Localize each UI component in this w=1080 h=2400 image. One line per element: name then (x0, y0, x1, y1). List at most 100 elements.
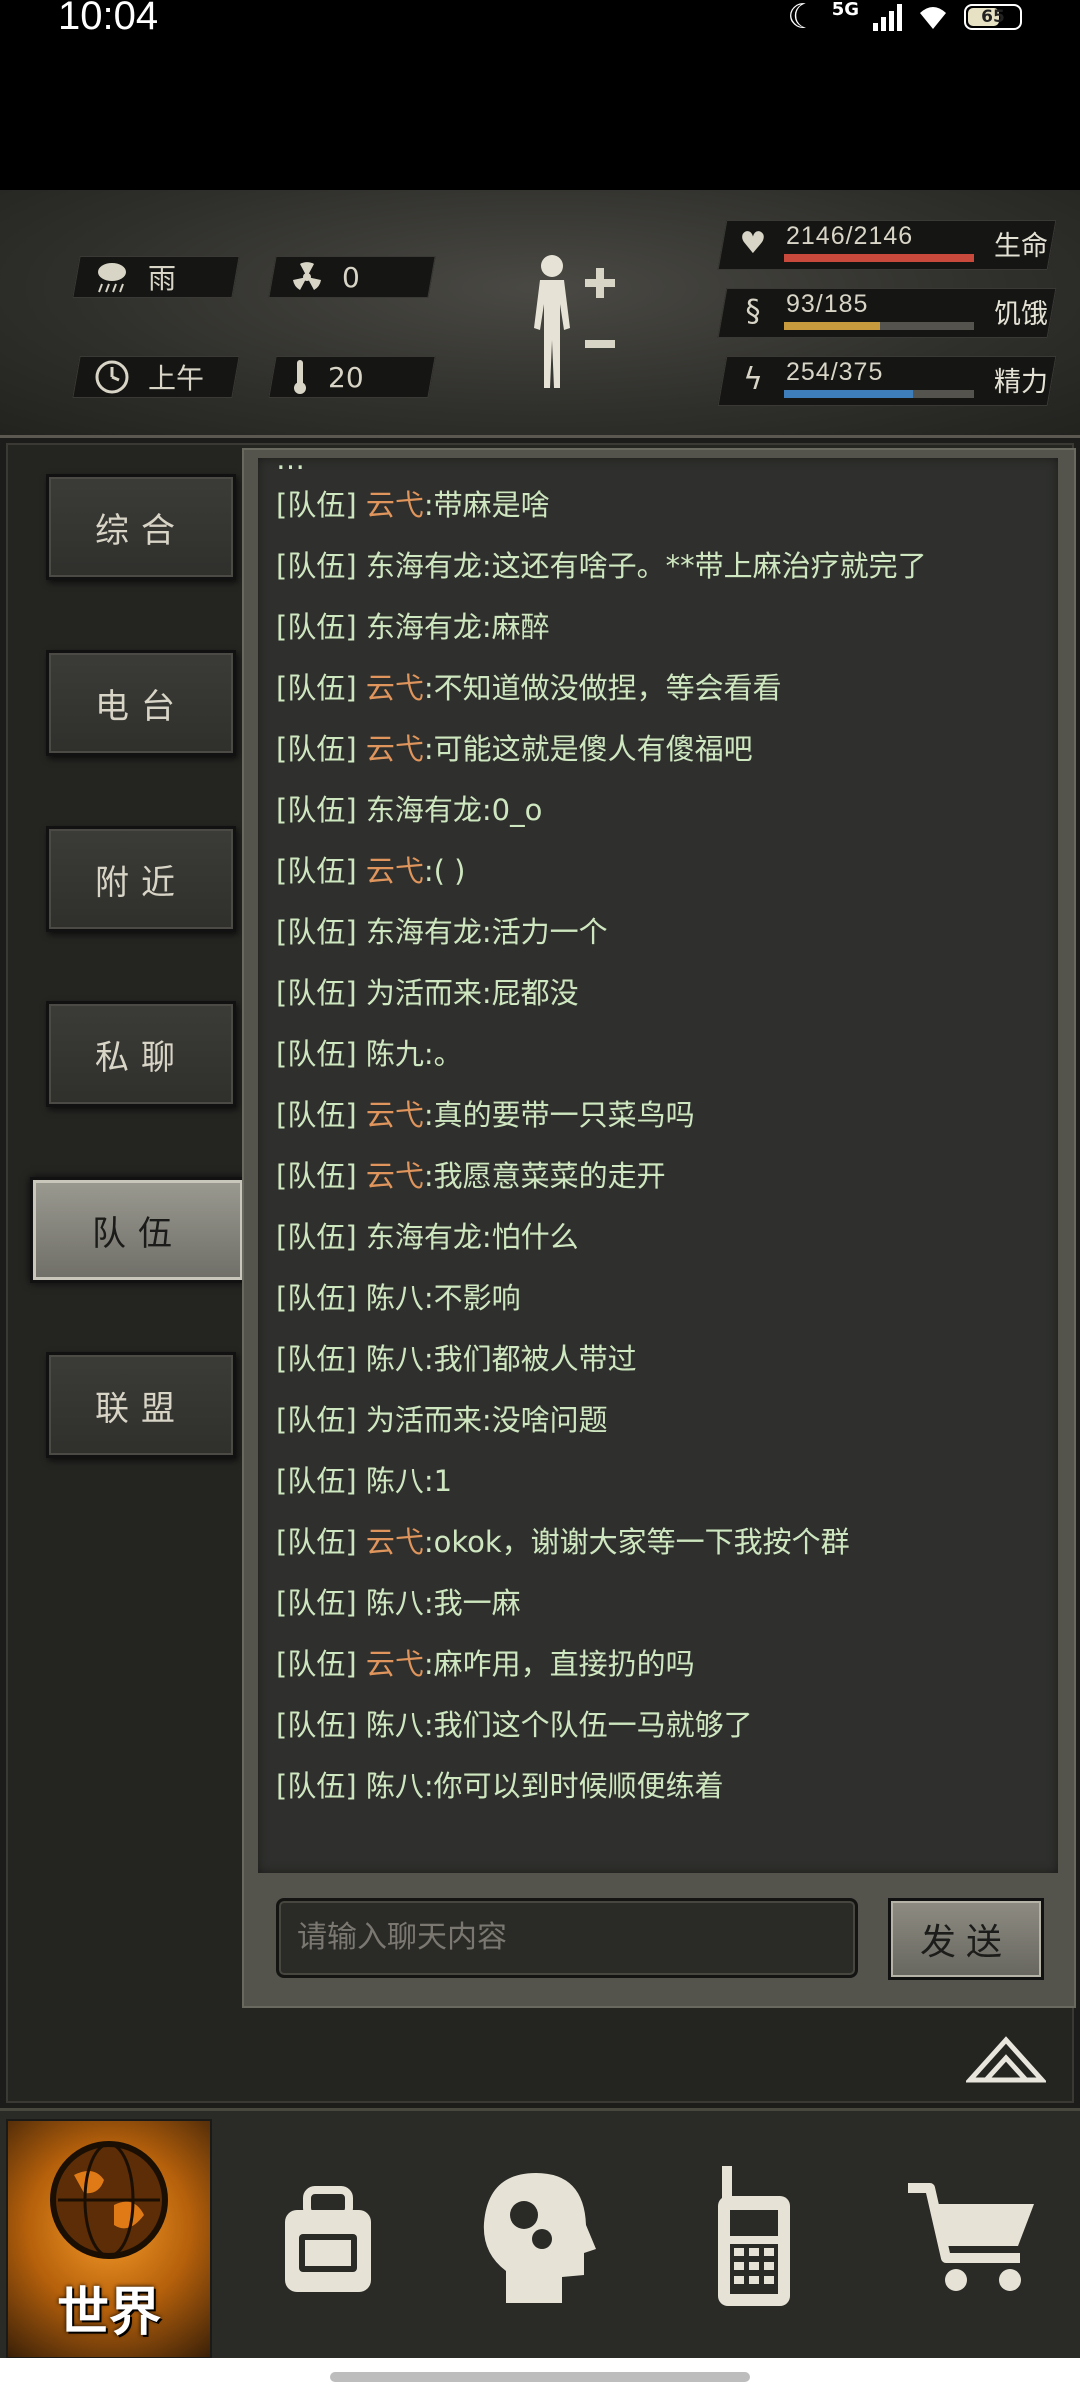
sender-name[interactable]: 陈八 (366, 1769, 424, 1803)
stat-bar-fill (784, 254, 974, 262)
message-text: :可能这就是傻人有傻福吧 (423, 732, 753, 766)
message-text: :你可以到时候顺便练着 (423, 1769, 724, 1803)
message-text: :我们都被人带过 (423, 1342, 637, 1376)
message-text: :我一麻 (423, 1586, 521, 1620)
message-text: :带麻是啥 (423, 488, 550, 522)
player-hud: 雨 0 上午 20 ♥ 2146/2146 生命 § 93/185 饥饿 ϟ 2… (0, 190, 1080, 438)
sender-name[interactable]: 东海有龙 (366, 1220, 482, 1254)
thermometer-icon (294, 360, 306, 394)
chat-message: [队伍] 云弋:okok，谢谢大家等一下我按个群 (276, 1519, 850, 1561)
chat-message: [队伍] 云弋:不知道做没做捏，等会看看 (276, 665, 782, 707)
sender-name[interactable]: 云弋 (366, 1159, 424, 1193)
channel-tag: [队伍] (276, 1281, 357, 1315)
message-text: :不知道做没做捏，等会看看 (423, 671, 782, 705)
channel-tag: [队伍] (276, 1220, 357, 1254)
sender-name[interactable]: 云弋 (366, 854, 424, 888)
time-of-day-indicator: 上午 (72, 356, 240, 398)
message-text: :真的要带一只菜鸟吗 (423, 1098, 695, 1132)
sender-name[interactable]: 陈八 (366, 1464, 424, 1498)
send-button[interactable]: 发送 (888, 1898, 1044, 1980)
sender-name[interactable]: 陈八 (366, 1281, 424, 1315)
message-text: :。 (423, 1037, 463, 1071)
nav-skills[interactable] (438, 2119, 634, 2355)
message-text: :麻醉 (481, 610, 550, 644)
stat-bar-fill (784, 390, 913, 398)
sender-name[interactable]: 东海有龙 (366, 915, 482, 949)
sender-name[interactable]: 东海有龙 (366, 549, 482, 583)
channel-tag: [队伍] (276, 1647, 357, 1681)
stat-bar-fill (784, 322, 880, 330)
sender-name[interactable]: 云弋 (366, 671, 424, 705)
sender-name[interactable]: 为活而来 (366, 976, 482, 1010)
chat-input[interactable]: 请输入聊天内容 (276, 1898, 858, 1978)
energy-head-icon: ϟ (743, 362, 763, 397)
message-text: :这还有啥子。**带上麻治疗就完了 (481, 549, 927, 583)
rain-cloud-icon (98, 263, 126, 293)
chat-message: [队伍] 陈八:我一麻 (276, 1580, 521, 1622)
sender-name[interactable]: 东海有龙 (366, 610, 482, 644)
radiation-value: 0 (342, 260, 360, 294)
channel-tag: [队伍] (276, 1708, 357, 1742)
chat-message: [队伍] 陈八:我们这个队伍一马就够了 (276, 1702, 753, 1744)
system-status-bar: 10:04 ☾ 5G 65 (0, 0, 1080, 190)
moon-icon: ☾ (787, 0, 818, 37)
sender-name[interactable]: 云弋 (366, 1647, 424, 1681)
sender-name[interactable]: 云弋 (366, 1098, 424, 1132)
tab-general[interactable]: 综合 (46, 474, 236, 580)
bottom-navigation: 世界 (0, 2108, 1080, 2361)
tab-nearby[interactable]: 附近 (46, 826, 236, 932)
channel-tag: [队伍] (276, 1159, 357, 1193)
signal-icon (873, 3, 902, 31)
tab-private-chat[interactable]: 私聊 (46, 1001, 236, 1107)
sender-name[interactable]: 为活而来 (366, 1403, 482, 1437)
channel-tag: [队伍] (276, 671, 357, 705)
radiation-indicator: 0 (268, 256, 436, 298)
chat-message: [队伍] 陈八:不影响 (276, 1275, 521, 1317)
chat-message-list[interactable]: … [队伍] 云弋:带麻是啥 [队伍] 东海有龙:这还有啥子。**带上麻治疗就完了… (258, 458, 1058, 1873)
chat-message: [队伍] 云弋:可能这就是傻人有傻福吧 (276, 726, 753, 768)
network-type: 5G (831, 0, 859, 20)
chat-message: [队伍] 云弋:麻咋用，直接扔的吗 (276, 1641, 695, 1683)
body-status-figure[interactable] (520, 248, 630, 398)
channel-tag: [队伍] (276, 976, 357, 1010)
channel-tag: [队伍] (276, 732, 357, 766)
chat-message: [队伍] 东海有龙:怕什么 (276, 1214, 579, 1256)
channel-tag: [队伍] (276, 1464, 357, 1498)
sender-name[interactable]: 东海有龙 (366, 793, 482, 827)
message-text: :屁都没 (481, 976, 579, 1010)
chat-message: [队伍] 东海有龙:这还有啥子。**带上麻治疗就完了 (276, 543, 927, 585)
chat-message: [队伍] 云弋:真的要带一只菜鸟吗 (276, 1092, 695, 1134)
battery-icon: 65 (964, 4, 1022, 30)
nav-world[interactable]: 世界 (6, 2119, 212, 2359)
message-text: :1 (423, 1464, 453, 1498)
tab-alliance[interactable]: 联盟 (46, 1352, 236, 1458)
channel-tag: [队伍] (276, 854, 357, 888)
nav-world-label: 世界 (56, 2283, 161, 2343)
wifi-icon (920, 7, 946, 29)
tab-team[interactable]: 队伍 (30, 1177, 246, 1283)
nav-radio[interactable] (656, 2119, 852, 2355)
sender-name[interactable]: 陈八 (366, 1708, 424, 1742)
sender-name[interactable]: 云弋 (366, 488, 424, 522)
sender-name[interactable]: 陈八 (366, 1586, 424, 1620)
chat-message: [队伍] 陈九:。 (276, 1031, 463, 1073)
home-indicator[interactable] (330, 2372, 750, 2382)
nav-inventory[interactable] (230, 2119, 426, 2355)
partial-message: … (276, 458, 305, 476)
sender-name[interactable]: 陈八 (366, 1342, 424, 1376)
message-text: :0_o (481, 793, 543, 827)
radio-walkie-icon (718, 2166, 790, 2306)
collapse-chevron-icon[interactable] (966, 2028, 1046, 2088)
sender-name[interactable]: 陈九 (366, 1037, 424, 1071)
sender-name[interactable]: 云弋 (366, 732, 424, 766)
channel-tag: [队伍] (276, 488, 357, 522)
radiation-icon (293, 262, 321, 290)
message-text: :活力一个 (481, 915, 608, 949)
sender-name[interactable]: 云弋 (366, 1525, 424, 1559)
message-text: :我愿意菜菜的走开 (423, 1159, 666, 1193)
tab-radio[interactable]: 电台 (46, 650, 236, 756)
message-text: :( ) (423, 854, 466, 888)
nav-shop[interactable] (874, 2119, 1070, 2355)
temperature-indicator: 20 (268, 356, 436, 398)
message-text: :没啥问题 (481, 1403, 608, 1437)
